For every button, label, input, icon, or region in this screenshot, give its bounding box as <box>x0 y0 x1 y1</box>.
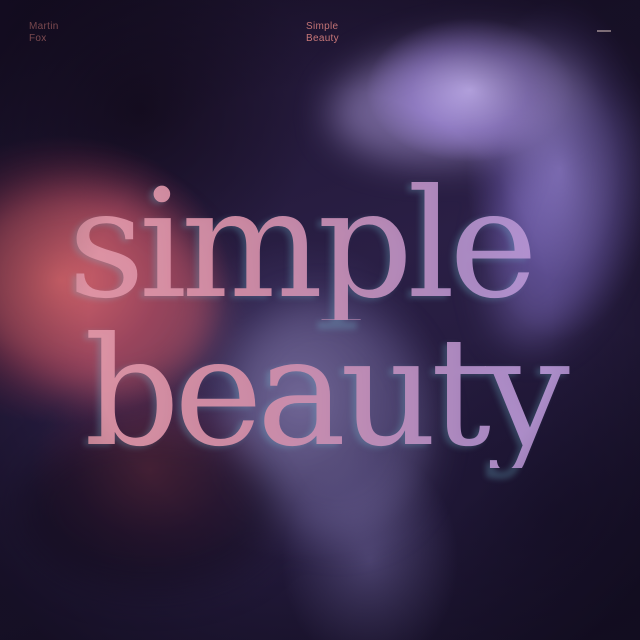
album-name-word-1: Simple <box>306 21 339 32</box>
artist-first-name: Martin <box>29 21 59 32</box>
album-cover: Martin Fox Simple Beauty simple beauty s… <box>0 0 640 640</box>
artist-last-name: Fox <box>29 33 47 44</box>
album-name-word-2: Beauty <box>306 33 339 44</box>
lavender-blob <box>322 22 598 178</box>
title-line-1: simple <box>0 170 640 320</box>
title-line-2: beauty <box>0 318 640 468</box>
dash-menu-icon[interactable] <box>597 30 611 32</box>
artist-name: Martin Fox <box>29 21 59 45</box>
album-name-small: Simple Beauty <box>306 21 339 45</box>
